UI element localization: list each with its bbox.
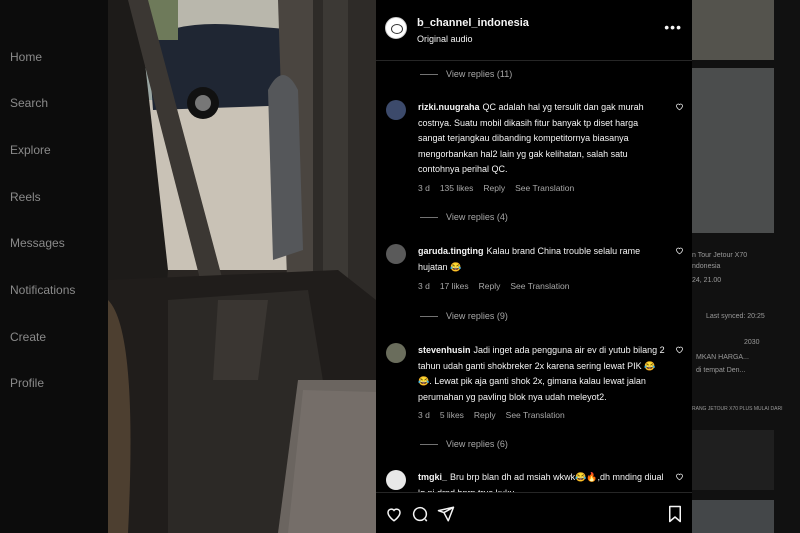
comment-time: 3 d	[418, 183, 430, 193]
nav-home[interactable]: Home	[10, 50, 42, 64]
comment-bubble-icon[interactable]	[411, 505, 429, 523]
nav-notifications[interactable]: Notifications	[10, 283, 75, 297]
background-tile	[692, 68, 774, 233]
comment-text: rizki.nuugraha QC adalah hal yg tersulit …	[418, 102, 644, 174]
comment-username[interactable]: rizki.nuugraha	[418, 102, 480, 112]
heart-icon[interactable]	[675, 102, 684, 111]
nav-explore[interactable]: Explore	[10, 143, 51, 157]
bookmark-icon[interactable]	[666, 505, 684, 523]
post-username[interactable]: b_channel_indonesia	[417, 17, 529, 29]
background-card-title: n Tour Jetour X70	[692, 252, 748, 259]
avatar[interactable]	[386, 100, 406, 120]
nav-search[interactable]: Search	[10, 96, 48, 110]
heart-icon[interactable]	[675, 246, 684, 255]
comment-meta: 3 d 5 likes Reply See Translation	[418, 410, 565, 420]
avatar[interactable]	[385, 17, 407, 39]
nav-create[interactable]: Create	[10, 330, 46, 344]
avatar[interactable]	[386, 244, 406, 264]
post-video[interactable]	[108, 0, 376, 533]
reply-button[interactable]: Reply	[479, 281, 501, 291]
share-send-icon[interactable]	[437, 505, 455, 523]
post-header: b_channel_indonesia Original audio •••	[376, 0, 692, 61]
comment-username[interactable]: stevenhusin	[418, 345, 471, 355]
view-replies-button[interactable]: View replies (11)	[420, 69, 512, 79]
avatar[interactable]	[386, 343, 406, 363]
reply-button[interactable]: Reply	[474, 410, 496, 420]
replies-divider	[420, 315, 438, 317]
see-translation-button[interactable]: See Translation	[510, 281, 569, 291]
comment-meta: 3 d 135 likes Reply See Translation	[418, 183, 574, 193]
view-replies-button[interactable]: View replies (4)	[420, 212, 508, 222]
avatar[interactable]	[386, 470, 406, 490]
view-replies-button[interactable]: View replies (9)	[420, 311, 508, 321]
action-bar	[376, 492, 692, 533]
comments-panel: b_channel_indonesia Original audio ••• V…	[376, 0, 692, 533]
background-last-synced: Last synced: 20:25	[706, 313, 765, 320]
replies-divider	[420, 73, 438, 75]
see-translation-button[interactable]: See Translation	[506, 410, 565, 420]
comment-likes[interactable]: 17 likes	[440, 281, 469, 291]
comment-text: stevenhusin Jadi inget ada pengguna air e…	[418, 345, 665, 402]
background-number: 2030	[744, 339, 760, 346]
comment-text: tmgki_ Bru brp blan dh ad msiah wkwk😂🔥,dh…	[418, 472, 664, 492]
background-promo: MKAN HARGA...	[696, 354, 749, 361]
view-replies-button[interactable]: View replies (6)	[420, 439, 508, 449]
background-tile	[692, 0, 774, 60]
replies-divider	[420, 216, 438, 218]
nav-messages[interactable]: Messages	[10, 236, 65, 250]
comment-likes[interactable]: 5 likes	[440, 410, 464, 420]
comment-text: garuda.tingting Kalau brand China trouble…	[418, 246, 641, 272]
background-card-date: 24, 21.00	[692, 277, 722, 284]
comment-time: 3 d	[418, 410, 430, 420]
comment-meta: 3 d 17 likes Reply See Translation	[418, 281, 569, 291]
more-options-icon[interactable]: •••	[664, 20, 682, 34]
comment-likes[interactable]: 135 likes	[440, 183, 474, 193]
comment-username[interactable]: garuda.tingting	[418, 246, 484, 256]
replies-divider	[420, 443, 438, 445]
background-tile	[692, 500, 774, 533]
sidebar-nav: Home Search Explore Reels Messages Notif…	[0, 0, 108, 533]
background-small-text: RANG JETOUR X70 PLUS MULAI DARI	[692, 406, 783, 412]
nav-profile[interactable]: Profile	[10, 376, 44, 390]
video-frame-image	[108, 0, 376, 533]
comment-username[interactable]: tmgki_	[418, 472, 447, 482]
nav-reels[interactable]: Reels	[10, 190, 41, 204]
comments-list[interactable]: View replies (11) rizki.nuugraha QC adala…	[376, 62, 692, 492]
background-promo-sub: di tempat Den...	[696, 367, 746, 374]
like-heart-icon[interactable]	[385, 505, 403, 523]
heart-icon[interactable]	[675, 472, 684, 481]
see-translation-button[interactable]: See Translation	[515, 183, 574, 193]
reply-button[interactable]: Reply	[483, 183, 505, 193]
post-audio[interactable]: Original audio	[417, 34, 473, 44]
background-card-sub: ndonesia	[692, 263, 721, 270]
background-tile	[692, 430, 774, 490]
background-feed: n Tour Jetour X70 ndonesia 24, 21.00 Las…	[692, 0, 800, 533]
heart-icon[interactable]	[675, 345, 684, 354]
comment-time: 3 d	[418, 281, 430, 291]
